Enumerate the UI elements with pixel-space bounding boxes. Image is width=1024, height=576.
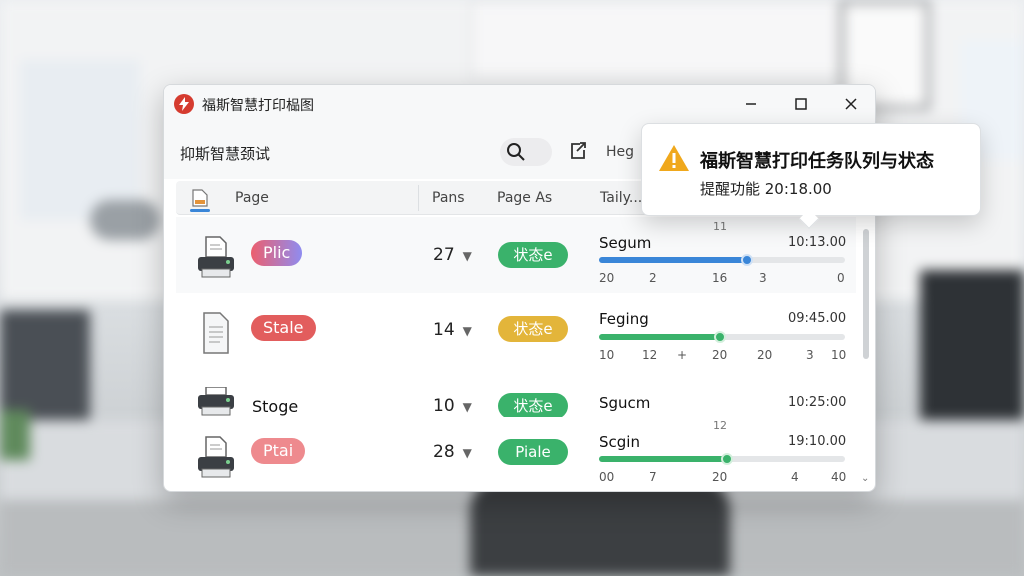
header-page-as[interactable]: Page As [497, 190, 552, 206]
progress-name: Segum [599, 234, 652, 252]
window-title: 福斯智慧打印榀图 [202, 98, 314, 114]
status-badge: 状态e [498, 393, 568, 419]
progress-time: 19:10.00 [788, 434, 847, 449]
chevron-down-icon: ▼ [462, 446, 472, 460]
toolbar-title: 抑斯智慧颈试 [180, 145, 271, 163]
stage-pill: Ptai [251, 438, 306, 464]
search-icon [507, 143, 525, 161]
printer-icon [198, 236, 234, 278]
warning-icon [659, 145, 689, 171]
page-count-dropdown[interactable]: 28 ▼ [433, 442, 472, 462]
document-color-icon [190, 189, 210, 212]
progress-name: Scgin [599, 433, 640, 451]
slider-knob[interactable] [713, 331, 726, 343]
progress-name: Feging [599, 310, 649, 328]
status-badge: 状态e [498, 242, 568, 268]
slider-knob[interactable] [720, 453, 733, 465]
progress-ticks: 20 2 16 3 0 [599, 271, 845, 285]
help-link[interactable]: Heg [606, 144, 634, 160]
progress-time: 10:25:00 [788, 395, 847, 410]
progress-time: 09:45.00 [788, 311, 847, 326]
stage-pill: Plic [251, 240, 303, 266]
search-button[interactable] [500, 138, 552, 166]
printer-icon [198, 387, 234, 416]
progress-name: Sgucm [599, 394, 651, 412]
printer-icon [198, 436, 234, 478]
chevron-down-icon: ▼ [462, 400, 472, 414]
notification-title: 福斯智慧打印任务队列与状态 [700, 151, 934, 172]
progress-top-label: 11 [713, 220, 727, 233]
progress-time: 10:13.00 [788, 235, 847, 250]
header-pans[interactable]: Pans [432, 190, 465, 206]
scrollbar-thumb[interactable] [863, 229, 869, 359]
app-logo-icon [174, 94, 194, 114]
stage-name: Stoge [252, 397, 299, 416]
notification-popup[interactable]: 福斯智慧打印任务队列与状态 提醒功能 20:18.00 [641, 123, 981, 229]
progress-slider[interactable] [599, 453, 845, 465]
scrollbar[interactable]: ⌄ [861, 221, 870, 484]
page-count-dropdown[interactable]: 27 ▼ [433, 245, 472, 265]
status-badge: 状态e [498, 316, 568, 342]
table-row[interactable]: Plic 27 ▼ 状态e 11 Segum 10:13.00 20 2 16 3… [176, 217, 856, 293]
page-count-dropdown[interactable]: 14 ▼ [433, 320, 472, 340]
title-bar: 福斯智慧打印榀图 [164, 85, 875, 123]
table-row[interactable]: Stale 14 ▼ 状态e Feging 09:45.00 10 12 + 20… [176, 293, 856, 369]
progress-ticks: 00 7 20 4 40 [599, 470, 847, 484]
header-page[interactable]: Page [235, 190, 269, 206]
chevron-down-icon: ▼ [462, 324, 472, 338]
header-taily[interactable]: Taily... [600, 190, 642, 206]
page-count-dropdown[interactable]: 10 ▼ [433, 396, 472, 416]
export-icon[interactable] [568, 141, 588, 161]
close-button[interactable] [834, 91, 868, 117]
chevron-down-icon[interactable]: ⌄ [861, 473, 869, 484]
document-icon [203, 312, 229, 354]
progress-ticks: 10 12 + 20 20 3 10 [599, 348, 847, 362]
minimize-button[interactable] [734, 91, 768, 117]
progress-top-label: 12 [713, 419, 727, 432]
table-row[interactable]: Ptai 28 ▼ Piale 12 Scgin 19:10.00 00 7 20… [176, 417, 856, 491]
notification-body: 提醒功能 20:18.00 [700, 180, 832, 198]
progress-slider[interactable] [599, 254, 845, 266]
maximize-button[interactable] [784, 91, 818, 117]
status-badge: Piale [498, 439, 568, 465]
chevron-down-icon: ▼ [462, 249, 472, 263]
progress-slider[interactable] [599, 331, 845, 343]
stage-pill: Stale [251, 315, 316, 341]
table-row[interactable]: Stoge 10 ▼ 状态e Sgucm 10:25:00 [176, 375, 856, 419]
slider-knob[interactable] [740, 254, 753, 266]
